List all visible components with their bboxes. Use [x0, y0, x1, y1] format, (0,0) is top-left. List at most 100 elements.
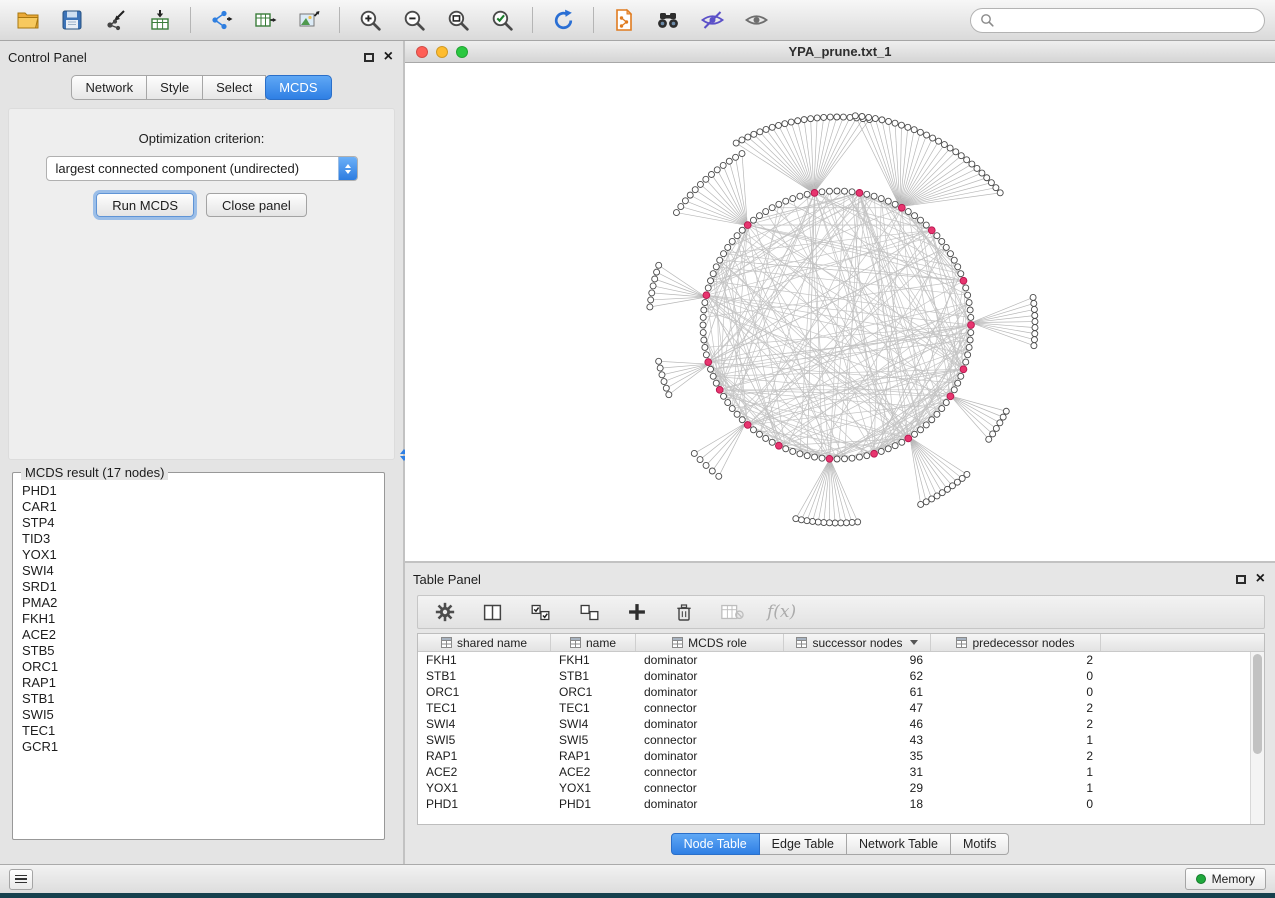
zoom-fit-button[interactable] [440, 4, 476, 36]
column-label: successor nodes [812, 636, 902, 650]
mcds-result-item[interactable]: ORC1 [22, 659, 384, 675]
window-close-button[interactable] [416, 46, 428, 58]
close-panel-icon[interactable]: × [384, 52, 393, 62]
save-session-button[interactable] [54, 4, 90, 36]
mcds-result-item[interactable]: CAR1 [22, 499, 384, 515]
mcds-result-item[interactable]: GCR1 [22, 739, 384, 755]
network-window-titlebar[interactable]: YPA_prune.txt_1 [405, 41, 1275, 63]
import-network-icon [104, 8, 128, 32]
cell-shared-name: STB1 [418, 669, 551, 683]
window-minimize-button[interactable] [436, 46, 448, 58]
cell-mcds-role: dominator [636, 717, 784, 731]
table-scrollbar-thumb[interactable] [1253, 654, 1262, 754]
split-panel-button[interactable] [479, 596, 505, 628]
mcds-result-item[interactable]: PMA2 [22, 595, 384, 611]
export-table-button[interactable] [247, 4, 283, 36]
export-network-button[interactable] [203, 4, 239, 36]
zoom-in-button[interactable] [352, 4, 388, 36]
window-maximize-button[interactable] [456, 46, 468, 58]
tab-edge-table[interactable]: Edge Table [760, 833, 847, 855]
tab-network[interactable]: Network [71, 75, 147, 100]
table-row[interactable]: SWI5SWI5connector431 [418, 732, 1264, 748]
column-header-shared-name[interactable]: shared name [418, 634, 551, 651]
binoculars-icon [655, 8, 681, 32]
table-row[interactable]: YOX1YOX1connector291 [418, 780, 1264, 796]
table-scrollbar[interactable] [1250, 652, 1264, 824]
show-all-button[interactable] [738, 4, 774, 36]
network-view-window: YPA_prune.txt_1 [405, 41, 1275, 561]
tab-motifs[interactable]: Motifs [951, 833, 1009, 855]
network-canvas[interactable] [405, 63, 1275, 561]
zoom-selected-button[interactable] [484, 4, 520, 36]
main-area: Control Panel × Network Style Select MCD… [0, 41, 1275, 864]
memory-button[interactable]: Memory [1185, 868, 1266, 890]
table-row[interactable]: RAP1RAP1dominator352 [418, 748, 1264, 764]
search-input[interactable] [1000, 13, 1255, 27]
mcds-result-item[interactable]: STP4 [22, 515, 384, 531]
mcds-result-item[interactable]: RAP1 [22, 675, 384, 691]
mcds-result-item[interactable]: TID3 [22, 531, 384, 547]
table-panel: Table Panel × [405, 563, 1275, 864]
mcds-result-item[interactable]: TEC1 [22, 723, 384, 739]
mcds-result-item[interactable]: ACE2 [22, 627, 384, 643]
table-row[interactable]: TEC1TEC1connector472 [418, 700, 1264, 716]
column-header-mcds-role[interactable]: MCDS role [636, 634, 784, 651]
select-all-columns-button[interactable] [526, 596, 554, 628]
refresh-view-button[interactable] [545, 4, 581, 36]
cell-successor-nodes: 43 [784, 733, 931, 747]
run-mcds-button[interactable]: Run MCDS [96, 193, 194, 217]
delete-column-button[interactable] [671, 596, 697, 628]
cell-successor-nodes: 29 [784, 781, 931, 795]
table-row[interactable]: STB1STB1dominator620 [418, 668, 1264, 684]
import-network-button[interactable] [98, 4, 134, 36]
column-header-name[interactable]: name [551, 634, 636, 651]
search-box[interactable] [970, 8, 1265, 33]
cell-successor-nodes: 31 [784, 765, 931, 779]
optimization-criterion-select[interactable]: largest connected component (undirected) [46, 156, 358, 181]
tab-select[interactable]: Select [203, 75, 266, 100]
function-builder-button[interactable]: f(x) [767, 602, 796, 622]
export-image-button[interactable] [291, 4, 327, 36]
table-settings-button[interactable] [432, 596, 458, 628]
close-table-panel-icon[interactable]: × [1256, 574, 1265, 584]
open-session-button[interactable] [10, 4, 46, 36]
hide-selected-button[interactable] [694, 4, 730, 36]
float-table-panel-icon[interactable] [1236, 575, 1246, 584]
table-row[interactable]: SWI4SWI4dominator462 [418, 716, 1264, 732]
float-panel-icon[interactable] [364, 53, 374, 62]
export-table-icon [253, 8, 277, 32]
table-row[interactable]: FKH1FKH1dominator962 [418, 652, 1264, 668]
table-row[interactable]: PHD1PHD1dominator180 [418, 796, 1264, 812]
mcds-result-item[interactable]: SWI4 [22, 563, 384, 579]
unselect-all-columns-button[interactable] [575, 596, 603, 628]
search-network-button[interactable] [650, 4, 686, 36]
mcds-result-item[interactable]: SRD1 [22, 579, 384, 595]
tab-style[interactable]: Style [147, 75, 203, 100]
zoom-out-button[interactable] [396, 4, 432, 36]
tab-mcds[interactable]: MCDS [265, 75, 331, 100]
mcds-result-item[interactable]: STB1 [22, 691, 384, 707]
mcds-result-item[interactable]: STB5 [22, 643, 384, 659]
import-table-button[interactable] [142, 4, 178, 36]
column-header-successor-nodes[interactable]: successor nodes [784, 634, 931, 651]
export-network-icon [209, 8, 233, 32]
close-panel-button[interactable]: Close panel [206, 193, 307, 217]
tab-network-table[interactable]: Network Table [847, 833, 951, 855]
cell-shared-name: FKH1 [418, 653, 551, 667]
cell-shared-name: PHD1 [418, 797, 551, 811]
column-header-predecessor-nodes[interactable]: predecessor nodes [931, 634, 1101, 651]
table-row[interactable]: ORC1ORC1dominator610 [418, 684, 1264, 700]
mcds-result-item[interactable]: PHD1 [22, 483, 384, 499]
status-menu-button[interactable] [9, 869, 33, 890]
network-window-title: YPA_prune.txt_1 [405, 44, 1275, 59]
delete-table-button[interactable] [718, 596, 746, 628]
tab-node-table[interactable]: Node Table [671, 833, 760, 855]
clone-network-button[interactable] [606, 4, 642, 36]
mcds-result-item[interactable]: YOX1 [22, 547, 384, 563]
mcds-result-list[interactable]: PHD1CAR1STP4TID3YOX1SWI4SRD1PMA2FKH1ACE2… [13, 473, 384, 839]
table-row[interactable]: ACE2ACE2connector311 [418, 764, 1264, 780]
create-column-button[interactable] [624, 596, 650, 628]
mcds-result-item[interactable]: FKH1 [22, 611, 384, 627]
mcds-result-item[interactable]: SWI5 [22, 707, 384, 723]
export-image-icon [297, 8, 321, 32]
